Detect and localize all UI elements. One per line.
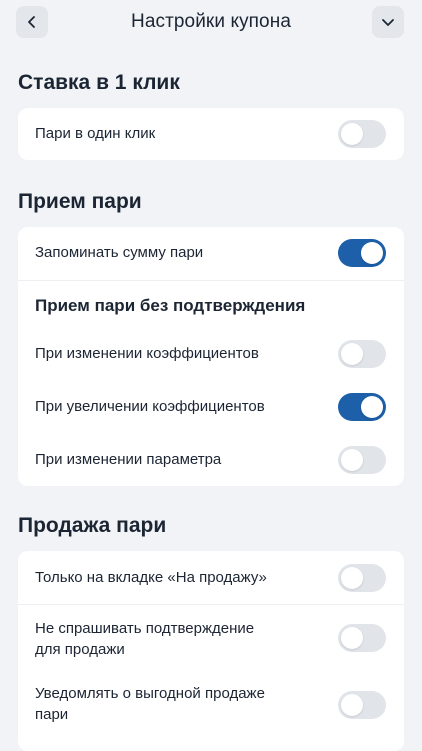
row-label-line1: Уведомлять о выгодной продаже (35, 685, 265, 702)
toggle-knob (341, 449, 363, 471)
row-one-click-bet[interactable]: Пари в один клик (18, 108, 404, 160)
row-label-line2: для продажи (35, 641, 125, 658)
row-label: При изменении коэффициентов (35, 345, 259, 362)
subsection-heading: Прием пари без подтверждения (35, 296, 306, 315)
toggle-sale-tab-only[interactable] (338, 564, 386, 592)
toggle-no-sale-confirm[interactable] (338, 624, 386, 652)
toggle-knob (341, 567, 363, 589)
chevron-down-icon (382, 19, 394, 26)
toggle-knob (341, 627, 363, 649)
row-label: При изменении параметра (35, 451, 222, 468)
row-remember-sum[interactable]: Запоминать сумму пари (18, 227, 404, 279)
toggle-knob (341, 694, 363, 716)
toggle-odds-increase[interactable] (338, 393, 386, 421)
no-confirm-heading-row: Прием пари без подтверждения (18, 281, 404, 327)
toggle-odds-change[interactable] (338, 340, 386, 368)
toggle-remember-sum[interactable] (338, 239, 386, 267)
toggle-knob (361, 396, 383, 418)
row-profitable-sale-notify[interactable]: Уведомлять о выгодной продаже пари (18, 669, 404, 739)
toggle-knob (341, 343, 363, 365)
toggle-knob (361, 242, 383, 264)
section-title-sale: Продажа пари (18, 514, 167, 537)
card-one-click: Пари в один клик (18, 108, 404, 160)
row-label: При увеличении коэффициентов (35, 398, 265, 415)
section-title-accept: Прием пари (18, 190, 142, 213)
row-odds-increase[interactable]: При увеличении коэффициентов (18, 380, 404, 433)
collapse-button[interactable] (372, 6, 404, 38)
toggle-profitable-sale-notify[interactable] (338, 691, 386, 719)
row-no-sale-confirm[interactable]: Не спрашивать подтверждение для продажи (18, 605, 404, 669)
row-odds-change[interactable]: При изменении коэффициентов (18, 327, 404, 380)
page-title: Настройки купона (131, 11, 291, 32)
row-label-line1: Не спрашивать подтверждение (35, 620, 255, 637)
toggle-one-click-bet[interactable] (338, 120, 386, 148)
row-label-line2: пари (35, 706, 69, 723)
row-label: Запоминать сумму пари (35, 244, 204, 261)
row-sale-tab-only[interactable]: Только на вкладке «На продажу» (18, 551, 404, 604)
card-sale: Только на вкладке «На продажу» Не спраши… (18, 551, 404, 751)
row-param-change[interactable]: При изменении параметра (18, 433, 404, 486)
top-bar: Настройки купона (0, 0, 422, 48)
toggle-knob (341, 123, 363, 145)
card-accept: Запоминать сумму пари Прием пари без под… (18, 227, 404, 486)
row-label: Пари в один клик (35, 125, 156, 142)
toggle-param-change[interactable] (338, 446, 386, 474)
section-title-one-click: Ставка в 1 клик (18, 71, 180, 94)
row-label: Только на вкладке «На продажу» (35, 569, 267, 586)
